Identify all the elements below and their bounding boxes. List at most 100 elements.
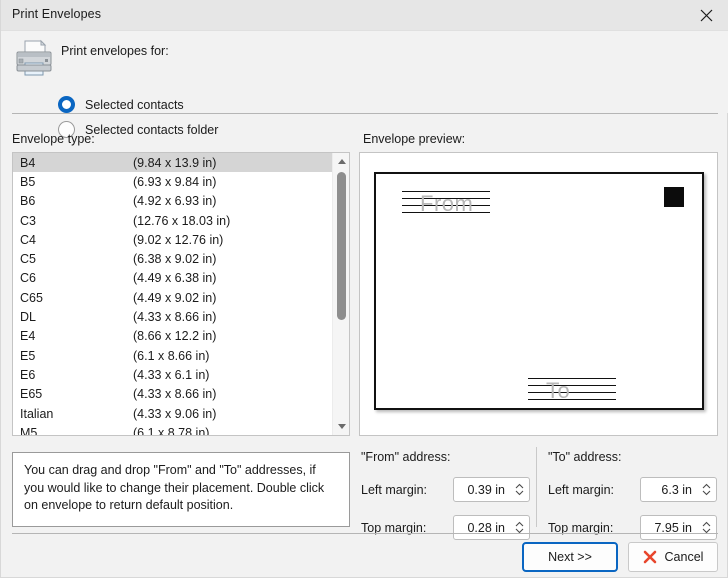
list-scrollbar[interactable] (332, 153, 349, 435)
envelope-dimensions: (4.33 x 9.06 in) (133, 406, 217, 421)
envelope-dimensions: (4.49 x 6.38 in) (133, 271, 217, 286)
printer-icon (16, 39, 52, 76)
envelope-preview-label: Envelope preview: (363, 132, 466, 146)
hint-text: You can drag and drop "From" and "To" ad… (24, 463, 325, 512)
from-address-block[interactable]: From (402, 191, 490, 216)
envelope-dimensions: (8.66 x 12.2 in) (133, 329, 217, 344)
list-item[interactable]: B6 (4.92 x 6.93 in) (13, 192, 333, 211)
from-top-margin-stepper[interactable]: 0.28 in (453, 515, 530, 540)
address-groups-divider (536, 447, 537, 527)
hint-box: You can drag and drop "From" and "To" ad… (12, 452, 350, 527)
list-item[interactable]: C65 (4.49 x 9.02 in) (13, 288, 333, 307)
window-title: Print Envelopes (12, 7, 102, 21)
list-item[interactable]: B4 (9.84 x 13.9 in) (13, 153, 333, 173)
envelope-name: C5 (20, 252, 36, 267)
envelope-name: C65 (20, 290, 43, 305)
cancel-button-label: Cancel (664, 550, 704, 564)
from-address-title: "From" address: (361, 450, 451, 464)
print-target-prompt: Print envelopes for: (61, 44, 169, 58)
next-button[interactable]: Next >> (522, 542, 618, 572)
rule-line (528, 399, 616, 400)
envelope-name: E5 (20, 348, 36, 363)
envelope-name: C4 (20, 232, 36, 247)
list-item[interactable]: C4 (9.02 x 12.76 in) (13, 230, 333, 249)
from-placeholder-text: From (420, 191, 474, 216)
red-x-icon (643, 550, 656, 564)
envelope-dimensions: (9.02 x 12.76 in) (133, 232, 224, 247)
envelope-name: C3 (20, 213, 36, 228)
section-divider-top (12, 113, 718, 114)
envelope-dimensions: (4.33 x 8.66 in) (133, 310, 217, 325)
to-top-margin-stepper[interactable]: 7.95 in (640, 515, 717, 540)
stepper-arrows-icon[interactable] (509, 482, 529, 497)
list-item[interactable]: E65 (4.33 x 8.66 in) (13, 385, 333, 404)
envelope-name: B5 (20, 174, 36, 189)
close-icon (700, 9, 712, 22)
scroll-up-arrow-icon[interactable] (333, 153, 349, 170)
list-item[interactable]: Italian (4.33 x 9.06 in) (13, 404, 333, 423)
print-target-panel: Print envelopes for: Selected contacts S… (1, 31, 728, 138)
cancel-button[interactable]: Cancel (628, 542, 718, 572)
to-address-group: "To" address: Left margin: 6.3 in Top ma… (548, 450, 717, 540)
envelope-dimensions: (4.33 x 6.1 in) (133, 367, 210, 382)
envelope-name: B6 (20, 194, 36, 209)
list-item[interactable]: E5 (6.1 x 8.66 in) (13, 346, 333, 365)
envelope-name: E6 (20, 367, 36, 382)
footer-divider (12, 533, 718, 534)
radio-label-selected-contacts: Selected contacts (85, 97, 184, 112)
envelope-type-listbox[interactable]: B4 (9.84 x 13.9 in) B5 (6.93 x 9.84 in) B6 (4… (12, 152, 350, 436)
list-item[interactable]: C5 (6.38 x 9.02 in) (13, 249, 333, 268)
scroll-down-arrow-icon[interactable] (333, 418, 349, 435)
close-button[interactable] (683, 0, 728, 31)
to-placeholder-text: To (546, 378, 571, 403)
title-bar: Print Envelopes (1, 0, 728, 31)
from-left-margin-row: Left margin: 0.39 in (361, 477, 530, 502)
radio-icon-selected (58, 96, 75, 113)
to-left-margin-row: Left margin: 6.3 in (548, 477, 717, 502)
from-left-margin-stepper[interactable]: 0.39 in (453, 477, 530, 502)
envelope-dimensions: (6.38 x 9.02 in) (133, 252, 217, 267)
from-left-margin-label: Left margin: (361, 482, 428, 497)
list-item[interactable]: DL (4.33 x 8.66 in) (13, 307, 333, 326)
envelope-name: C6 (20, 271, 36, 286)
envelope-name: Italian (20, 406, 54, 421)
stepper-arrows-icon[interactable] (696, 482, 716, 497)
stamp-square-icon (664, 187, 684, 207)
from-left-margin-value[interactable]: 0.39 in (454, 483, 509, 497)
list-item[interactable]: E6 (4.33 x 6.1 in) (13, 365, 333, 384)
scrollbar-thumb[interactable] (337, 172, 346, 320)
from-address-group: "From" address: Left margin: 0.39 in Top… (361, 450, 530, 540)
envelope-type-label: Envelope type: (12, 132, 95, 146)
to-left-margin-label: Left margin: (548, 482, 615, 497)
list-item[interactable]: E4 (8.66 x 12.2 in) (13, 327, 333, 346)
envelope-name: DL (20, 310, 36, 325)
envelope-name: E4 (20, 329, 36, 344)
envelope-name: M5 (20, 425, 38, 436)
envelope-dimensions: (12.76 x 18.03 in) (133, 213, 231, 228)
envelope-name: E65 (20, 387, 43, 402)
print-envelopes-dialog: Print Envelopes Print envelopes for: Sel… (0, 0, 728, 578)
envelope-name: B4 (20, 155, 36, 170)
envelope-dimensions: (9.84 x 13.9 in) (133, 155, 217, 170)
envelope-dimensions: (6.1 x 8.78 in) (133, 425, 210, 436)
envelope-dimensions: (4.49 x 9.02 in) (133, 290, 217, 305)
to-top-margin-row: Top margin: 7.95 in (548, 515, 717, 540)
envelope-dimensions: (4.92 x 6.93 in) (133, 194, 217, 209)
list-item[interactable]: B5 (6.93 x 9.84 in) (13, 172, 333, 191)
radio-selected-contacts[interactable]: Selected contacts (58, 96, 184, 113)
next-button-label: Next >> (548, 550, 592, 564)
envelope-canvas[interactable]: From To (374, 172, 704, 410)
to-address-block[interactable]: To (528, 378, 616, 403)
to-address-title: "To" address: (548, 450, 622, 464)
list-item[interactable]: M5 (6.1 x 8.78 in) (13, 423, 333, 436)
list-item[interactable]: C3 (12.76 x 18.03 in) (13, 211, 333, 230)
envelope-dimensions: (6.93 x 9.84 in) (133, 174, 217, 189)
from-top-margin-row: Top margin: 0.28 in (361, 515, 530, 540)
list-item[interactable]: C6 (4.49 x 6.38 in) (13, 269, 333, 288)
to-left-margin-stepper[interactable]: 6.3 in (640, 477, 717, 502)
envelope-dimensions: (4.33 x 8.66 in) (133, 387, 217, 402)
envelope-preview-box[interactable]: From To (359, 152, 718, 436)
radio-label-selected-contacts-folder: Selected contacts folder (85, 122, 219, 137)
envelope-dimensions: (6.1 x 8.66 in) (133, 348, 210, 363)
to-left-margin-value[interactable]: 6.3 in (641, 483, 696, 497)
